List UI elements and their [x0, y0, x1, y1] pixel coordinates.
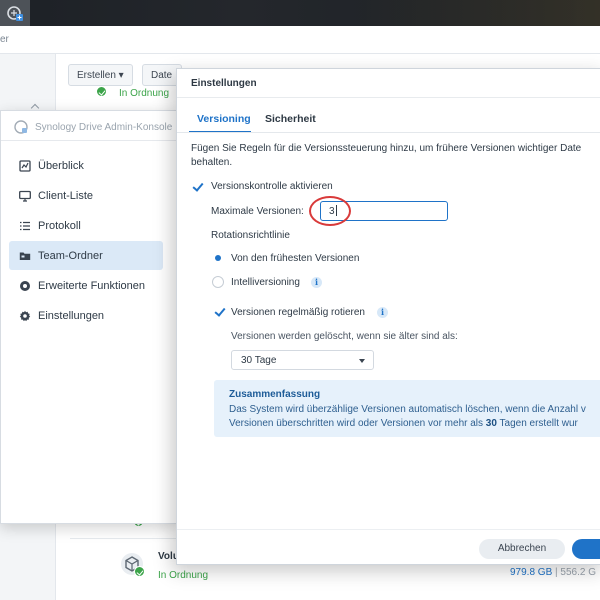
- highlight-circle: [309, 196, 351, 226]
- description-line: behalten.: [191, 157, 233, 168]
- radio-earliest-versions-label: Von den frühesten Versionen: [231, 253, 360, 264]
- tab-security[interactable]: Sicherheit: [259, 111, 322, 127]
- radio-intelliversioning-label: Intelliversioning: [231, 277, 300, 288]
- taskbar: [0, 0, 600, 26]
- summary-box: Zusammenfassung Das System wird überzähl…: [214, 380, 600, 437]
- dropdown-arrow-icon: [359, 359, 365, 363]
- dialog-header: Einstellungen: [177, 69, 600, 98]
- description-line: Fügen Sie Regeln für die Versionssteueru…: [191, 143, 582, 154]
- create-button[interactable]: Erstellen ▾: [68, 64, 133, 86]
- summary-line: Das System wird überzählige Versionen au…: [229, 404, 586, 415]
- tab-versioning[interactable]: Versioning: [191, 111, 257, 127]
- info-icon[interactable]: i: [311, 277, 322, 288]
- radio-intelliversioning[interactable]: [212, 276, 224, 288]
- gear-icon: [19, 310, 31, 321]
- status-text: In Ordnung: [158, 570, 209, 581]
- rotate-regularly-checkbox[interactable]: [214, 306, 226, 318]
- admin-nav: Überblick Client-Liste Protokoll Team-Or…: [9, 151, 163, 331]
- tabs-divider: [177, 132, 600, 133]
- summary-text: Tagen erstellt wur: [496, 418, 578, 429]
- admin-console-window: Synology Drive Admin-Konsole Überblick C…: [0, 103, 179, 524]
- status-ok-icon: [96, 86, 107, 97]
- nav-item-settings[interactable]: Einstellungen: [9, 301, 163, 330]
- admin-console-title: Synology Drive Admin-Konsole: [35, 122, 173, 133]
- cancel-button[interactable]: Abbrechen: [479, 539, 565, 559]
- nav-item-client-list[interactable]: Client-Liste: [9, 181, 163, 210]
- age-select-value: 30 Tage: [241, 355, 277, 366]
- synology-drive-logo-icon: [14, 120, 28, 134]
- admin-console-header: Synology Drive Admin-Konsole: [1, 111, 179, 141]
- summary-line: Versionen überschritten wird oder Versio…: [229, 418, 578, 429]
- nav-item-log[interactable]: Protokoll: [9, 211, 163, 240]
- ok-button[interactable]: [572, 539, 600, 559]
- nav-item-label: Team-Ordner: [38, 249, 103, 262]
- list-icon: [20, 221, 30, 230]
- synology-drive-taskbar-button[interactable]: [0, 0, 30, 26]
- nav-item-overview[interactable]: Überblick: [9, 151, 163, 180]
- storage-used: 979.8 GB: [510, 567, 553, 578]
- nav-item-label: Protokoll: [38, 219, 81, 232]
- summary-days-value: 30: [485, 418, 497, 429]
- enable-versioning-checkbox[interactable]: [192, 181, 204, 193]
- storage-usage: 979.8 GB | 556.2 G: [510, 567, 596, 578]
- folder-icon: [19, 252, 31, 260]
- radio-earliest-versions[interactable]: [212, 252, 224, 264]
- info-icon[interactable]: i: [377, 307, 388, 318]
- rotate-regularly-label: Versionen regelmäßig rotieren: [231, 307, 365, 318]
- delete-older-label: Versionen werden gelöscht, wenn sie älte…: [231, 331, 458, 342]
- status-text: In Ordnung: [119, 88, 170, 99]
- monitor-icon: [19, 190, 31, 202]
- nav-item-advanced[interactable]: Erweiterte Funktionen: [9, 271, 163, 300]
- max-versions-label: Maximale Versionen:: [211, 206, 304, 217]
- status-ok-icon: [134, 566, 145, 577]
- enable-versioning-label: Versionskontrolle aktivieren: [211, 181, 333, 192]
- nav-item-label: Erweiterte Funktionen: [38, 279, 145, 292]
- overview-icon: [19, 159, 31, 172]
- summary-title: Zusammenfassung: [229, 389, 321, 400]
- background-window-title: er: [0, 34, 9, 45]
- nav-item-team-folder[interactable]: Team-Ordner: [9, 241, 163, 270]
- dialog-title: Einstellungen: [191, 78, 257, 89]
- summary-text: Versionen überschritten wird oder Versio…: [229, 418, 486, 429]
- nav-item-label: Client-Liste: [38, 189, 94, 202]
- rotation-policy-label: Rotationsrichtlinie: [211, 230, 290, 241]
- nav-item-label: Überblick: [38, 159, 84, 172]
- advanced-icon: [20, 280, 30, 291]
- taskbar-wallpaper: [350, 0, 600, 26]
- background-titlebar: er: [0, 26, 600, 54]
- storage-total: 556.2 G: [560, 567, 597, 578]
- synology-drive-icon: [7, 6, 23, 21]
- nav-item-label: Einstellungen: [38, 309, 105, 322]
- settings-dialog: Einstellungen Versioning Sicherheit Füge…: [176, 68, 600, 565]
- age-select[interactable]: 30 Tage: [231, 350, 374, 370]
